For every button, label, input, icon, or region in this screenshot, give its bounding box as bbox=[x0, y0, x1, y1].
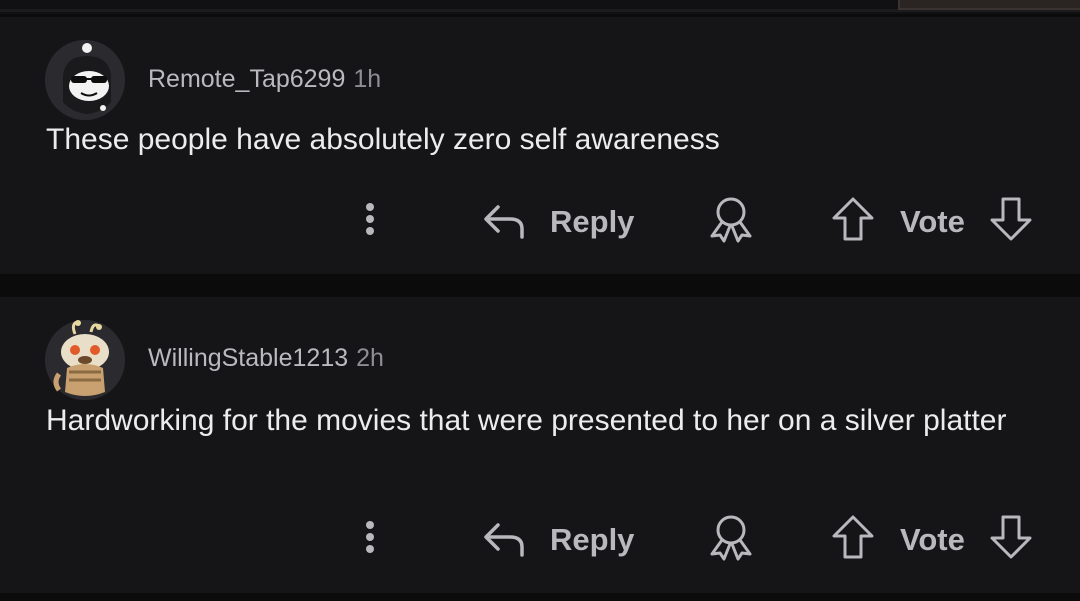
snoo-bee-avatar-icon bbox=[45, 320, 125, 400]
timestamp: 1h bbox=[353, 65, 382, 93]
username[interactable]: Remote_Tap6299 bbox=[148, 65, 345, 93]
vote-label: Vote bbox=[900, 204, 965, 239]
media-thumbnail-edge bbox=[898, 0, 1080, 10]
comment-meta: WillingStable1213 2h bbox=[148, 344, 384, 373]
reply-arrow-icon bbox=[484, 523, 524, 557]
downvote-button[interactable] bbox=[986, 195, 1036, 243]
vote-controls: Vote bbox=[828, 513, 1048, 561]
vote-controls: Vote bbox=[828, 195, 1048, 243]
award-icon bbox=[710, 197, 752, 243]
upvote-button[interactable] bbox=[828, 513, 878, 561]
upvote-button[interactable] bbox=[828, 195, 878, 243]
reply-label: Reply bbox=[550, 522, 635, 557]
award-icon bbox=[710, 515, 752, 561]
more-options-button[interactable] bbox=[350, 517, 390, 557]
previous-content-edge bbox=[0, 0, 1080, 14]
award-button[interactable] bbox=[703, 195, 759, 243]
comment-action-bar: Reply Vote bbox=[0, 507, 1080, 567]
snoo-sunglasses-avatar-icon bbox=[45, 40, 125, 120]
downvote-arrow-icon bbox=[990, 197, 1032, 241]
upvote-arrow-icon bbox=[832, 197, 874, 241]
reply-button[interactable]: Reply bbox=[478, 513, 648, 561]
reply-label: Reply bbox=[550, 204, 635, 239]
downvote-arrow-icon bbox=[990, 515, 1032, 559]
avatar[interactable] bbox=[45, 40, 125, 120]
downvote-button[interactable] bbox=[986, 513, 1036, 561]
reply-arrow-icon bbox=[484, 205, 524, 239]
comment-meta: Remote_Tap6299 1h bbox=[148, 65, 381, 94]
timestamp: 2h bbox=[356, 344, 384, 372]
reply-button[interactable]: Reply bbox=[478, 195, 648, 243]
comment-text: These people have absolutely zero self a… bbox=[46, 123, 720, 156]
comment: Remote_Tap6299 1h These people have absol… bbox=[0, 17, 1080, 274]
award-button[interactable] bbox=[703, 513, 759, 561]
vote-label: Vote bbox=[900, 522, 965, 557]
more-vertical-icon bbox=[366, 203, 374, 235]
more-vertical-icon bbox=[366, 521, 374, 553]
username[interactable]: WillingStable1213 bbox=[148, 344, 348, 372]
upvote-arrow-icon bbox=[832, 515, 874, 559]
avatar[interactable] bbox=[45, 320, 125, 400]
comment-action-bar: Reply Vote bbox=[0, 189, 1080, 249]
comment: WillingStable1213 2h Hardworking for the … bbox=[0, 297, 1080, 593]
comment-text: Hardworking for the movies that were pre… bbox=[46, 404, 1007, 437]
more-options-button[interactable] bbox=[350, 199, 390, 239]
